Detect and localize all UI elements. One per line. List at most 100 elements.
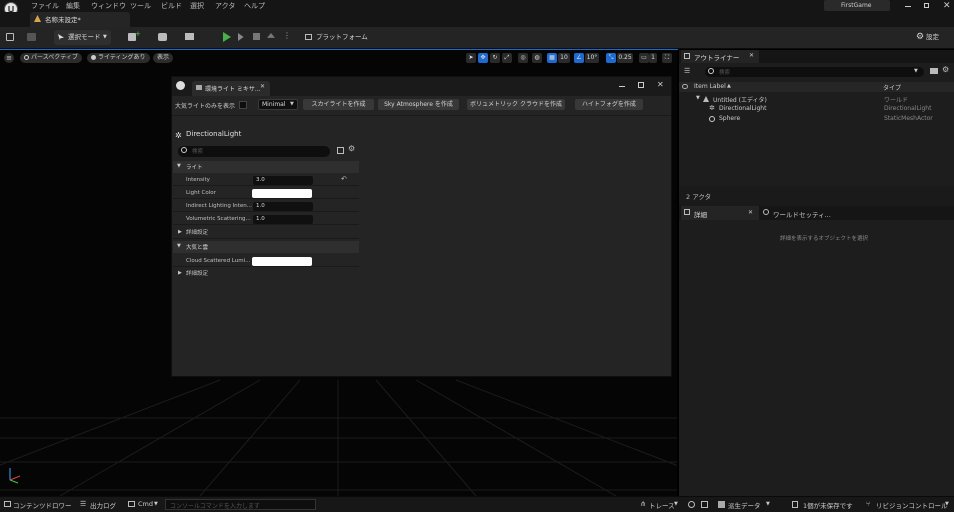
advanced-atmosphere[interactable]: ▶ 詳細設定 bbox=[173, 268, 359, 280]
trace-button[interactable]: トレース bbox=[649, 500, 675, 510]
translate-tool-icon[interactable]: ✥ bbox=[478, 53, 488, 63]
chevron-down-icon: ▼ bbox=[914, 68, 918, 74]
rotate-tool-icon[interactable]: ↻ bbox=[490, 53, 500, 63]
derived-data-button[interactable]: 派生データ bbox=[728, 500, 761, 510]
prop-intensity: Intensity 3.0 ↶ bbox=[173, 174, 359, 186]
rotation-snap-value[interactable]: 10° bbox=[585, 53, 599, 63]
outliner-close-icon[interactable]: ✕ bbox=[749, 52, 754, 59]
category-light[interactable]: ▼ ライト bbox=[173, 161, 359, 173]
cloud-color-swatch[interactable] bbox=[252, 257, 312, 266]
create-skylight-button[interactable]: スカイライトを作成 bbox=[303, 99, 374, 110]
perspective-button[interactable]: パースペクティブ bbox=[20, 53, 82, 63]
atmo-only-checkbox[interactable] bbox=[239, 101, 247, 109]
scale-snap-value[interactable]: 0.25 bbox=[617, 53, 633, 63]
content-drawer-button[interactable]: コンテンツドロワー bbox=[13, 500, 72, 510]
document-tab[interactable]: 名称未設定* bbox=[30, 12, 130, 27]
unsaved-button[interactable]: 1個が未保存です bbox=[803, 500, 853, 510]
prop-indirect-input[interactable]: 1.0 bbox=[253, 202, 313, 211]
viewport-menu-icon[interactable]: ≡ bbox=[4, 53, 14, 63]
grid-snap-value[interactable]: 10 bbox=[558, 53, 570, 63]
close-window-icon[interactable]: ✕ bbox=[943, 0, 951, 12]
camera-speed-icon[interactable]: ▭ bbox=[639, 53, 649, 63]
settings-gear-icon[interactable]: ⚙ bbox=[348, 144, 355, 153]
outliner-search-input[interactable]: 検索 ▼ bbox=[705, 67, 924, 77]
content-browser-icon[interactable] bbox=[27, 33, 36, 41]
prop-volumetric-input[interactable]: 1.0 bbox=[253, 215, 313, 224]
minimize-icon[interactable] bbox=[905, 6, 911, 7]
console-input[interactable]: コンソールコマンドを入力します bbox=[165, 499, 316, 510]
reset-icon[interactable]: ↶ bbox=[341, 175, 347, 183]
outliner-tab[interactable]: アウトライナー ✕ bbox=[681, 50, 759, 63]
surface-snap-icon[interactable]: ◍ bbox=[532, 53, 542, 63]
grid-snap-icon[interactable]: ▦ bbox=[547, 53, 557, 63]
prop-cloud-scattered: Cloud Scattered Lumi... bbox=[173, 255, 359, 267]
light-color-swatch[interactable] bbox=[252, 189, 312, 198]
menu-tools[interactable]: ツール bbox=[130, 0, 151, 12]
mixer-tab[interactable]: 環境ライト ミキサ... ✕ bbox=[192, 81, 270, 96]
play-options-icon[interactable]: ⋮ bbox=[283, 31, 291, 40]
category-atmosphere[interactable]: ▼ 大気と雲 bbox=[173, 241, 359, 253]
menu-edit[interactable]: 編集 bbox=[66, 0, 80, 12]
outliner-row[interactable]: ✲ DirectionalLight DirectionalLight bbox=[679, 104, 954, 114]
mixer-maximize-icon[interactable] bbox=[638, 82, 644, 88]
filter-icon[interactable]: ☰ bbox=[684, 67, 690, 75]
col-type[interactable]: タイプ bbox=[883, 83, 901, 92]
create-height-fog-button[interactable]: ハイトフォグを作成 bbox=[575, 99, 643, 110]
filter-dropdown[interactable]: Minimal ▼ bbox=[258, 99, 298, 110]
save-icon[interactable] bbox=[6, 33, 14, 41]
mixer-close-icon[interactable]: ✕ bbox=[657, 80, 664, 89]
camera-speed-value[interactable]: 1 bbox=[649, 53, 657, 63]
menu-help[interactable]: ヘルプ bbox=[244, 0, 265, 12]
output-log-button[interactable]: 出力ログ bbox=[90, 500, 116, 510]
record-icon[interactable] bbox=[688, 501, 695, 508]
details-tab[interactable]: 詳細 ✕ bbox=[681, 206, 759, 220]
lighting-button[interactable]: ライティングあり bbox=[87, 53, 150, 63]
cmd-button[interactable]: Cmd bbox=[138, 500, 153, 508]
settings-button[interactable]: ⚙ 設定 bbox=[914, 30, 952, 45]
atmo-only-label: 大気ライトのみを表示 bbox=[175, 103, 236, 110]
restore-icon[interactable] bbox=[924, 3, 929, 8]
scale-snap-icon[interactable]: ⤡ bbox=[606, 53, 616, 63]
details-close-icon[interactable]: ✕ bbox=[748, 209, 753, 216]
revision-control-icon: ⑂ bbox=[866, 500, 871, 508]
outliner-tab-label: アウトライナー bbox=[694, 54, 740, 62]
chevron-right-icon: ▶ bbox=[178, 229, 182, 235]
show-button[interactable]: 表示 bbox=[153, 53, 174, 63]
prop-intensity-label: Intensity bbox=[186, 177, 210, 183]
world-space-icon[interactable]: ◎ bbox=[518, 53, 528, 63]
property-matrix-icon[interactable] bbox=[337, 147, 344, 154]
rotation-snap-icon[interactable]: ∠ bbox=[574, 53, 584, 63]
blueprint-icon[interactable] bbox=[158, 33, 167, 41]
select-tool-icon[interactable]: ➤ bbox=[466, 53, 476, 63]
menu-window[interactable]: ウィンドウ bbox=[91, 0, 126, 12]
create-sky-atmosphere-button[interactable]: Sky Atmosphere を作成 bbox=[378, 99, 459, 110]
outliner-row[interactable]: Sphere StaticMeshActor bbox=[679, 114, 954, 124]
perspective-icon bbox=[24, 55, 29, 60]
mixer-minimize-icon[interactable] bbox=[619, 86, 625, 87]
mixer-search-input[interactable]: 検索 bbox=[178, 146, 330, 157]
scale-tool-icon[interactable]: ⤢ bbox=[502, 53, 512, 63]
select-mode-button[interactable]: 選択モード ▼ bbox=[54, 30, 111, 45]
menu-actor[interactable]: アクタ bbox=[215, 0, 235, 12]
category-light-label: ライト bbox=[186, 165, 203, 171]
menu-file[interactable]: ファイル bbox=[31, 0, 59, 12]
advanced-light[interactable]: ▶ 詳細設定 bbox=[173, 227, 359, 239]
menu-build[interactable]: ビルド bbox=[161, 0, 182, 12]
cinematics-icon[interactable] bbox=[185, 33, 194, 40]
add-folder-icon[interactable] bbox=[930, 68, 938, 74]
outliner-settings-icon[interactable]: ⚙ bbox=[942, 65, 949, 74]
menu-select[interactable]: 選択 bbox=[190, 0, 204, 12]
create-volumetric-cloud-button[interactable]: ボリュメトリック クラウドを作成 bbox=[467, 99, 565, 110]
col-item-label[interactable]: Item Label bbox=[694, 83, 726, 90]
outliner-row[interactable]: ▼ Untitled (エディタ) ワールド bbox=[679, 94, 954, 104]
maximize-viewport-icon[interactable]: ⛶ bbox=[662, 53, 672, 63]
world-settings-tab[interactable]: ワールドセッティ... bbox=[761, 206, 841, 220]
mixer-tab-close-icon[interactable]: ✕ bbox=[260, 83, 265, 90]
revision-control-button[interactable]: リビジョンコントロール bbox=[876, 500, 948, 510]
stop-icon[interactable] bbox=[253, 33, 260, 40]
screenshot-icon[interactable] bbox=[701, 501, 708, 508]
platforms-button[interactable]: プラットフォーム bbox=[302, 30, 372, 45]
prop-intensity-input[interactable]: 3.0 bbox=[253, 176, 313, 185]
add-actor-plus-icon: + bbox=[135, 30, 141, 38]
chevron-down-icon: ▼ bbox=[945, 501, 949, 507]
